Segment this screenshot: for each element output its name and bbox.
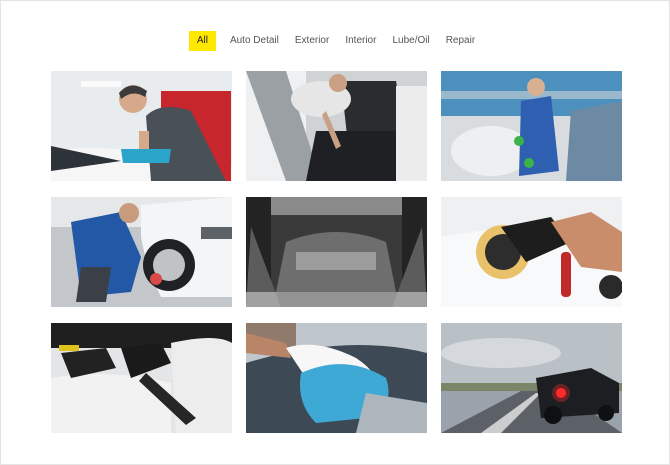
gallery-image-gloved-hand-microfiber-cloth[interactable] [246, 323, 427, 433]
photo-grid [51, 71, 622, 433]
gallery-image-car-on-road[interactable] [441, 323, 622, 433]
gallery-image-washing-wheel[interactable] [51, 197, 232, 307]
gallery-image-vacuuming-car-interior[interactable] [246, 71, 427, 181]
gallery-image-polishing-machine[interactable] [441, 197, 622, 307]
filter-auto-detail[interactable]: Auto Detail [224, 31, 285, 51]
filter-all[interactable]: All [188, 31, 216, 51]
gallery-image-vacuuming-leather-seat[interactable] [51, 323, 232, 433]
filter-repair[interactable]: Repair [440, 31, 481, 51]
filter-exterior[interactable]: Exterior [289, 31, 335, 51]
gallery-image-steam-cleaning-interior[interactable] [441, 71, 622, 181]
filter-bar: All Auto Detail Exterior Interior Lube/O… [1, 31, 669, 51]
gallery-image-car-wash-tunnel[interactable] [246, 197, 427, 307]
filter-lube-oil[interactable]: Lube/Oil [386, 31, 435, 51]
gallery-image-detailer-wiping-car[interactable] [51, 71, 232, 181]
gallery-section: All Auto Detail Exterior Interior Lube/O… [0, 0, 670, 465]
filter-interior[interactable]: Interior [339, 31, 382, 51]
